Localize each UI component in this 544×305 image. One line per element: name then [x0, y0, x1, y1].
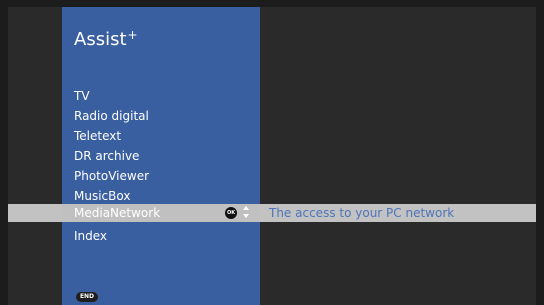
menu-item-index[interactable]: Index	[74, 226, 149, 246]
up-down-arrows-icon	[243, 206, 249, 218]
menu-list: TV Radio digital Teletext DR archive Pho…	[74, 86, 149, 246]
end-button[interactable]: END	[76, 292, 98, 302]
menu-item-teletext[interactable]: Teletext	[74, 126, 149, 146]
menu-title: Assist+	[74, 28, 138, 50]
ok-button-icon: OK	[225, 207, 237, 219]
menu-title-plus: +	[127, 28, 138, 42]
menu-item-radio-digital[interactable]: Radio digital	[74, 106, 149, 126]
selected-item-description: The access to your PC network	[269, 206, 455, 220]
menu-item-tv[interactable]: TV	[74, 86, 149, 106]
menu-item-photoviewer[interactable]: PhotoViewer	[74, 166, 149, 186]
menu-item-medianetwork[interactable]: MediaNetwork	[74, 204, 160, 222]
menu-item-dr-archive[interactable]: DR archive	[74, 146, 149, 166]
menu-title-text: Assist	[74, 29, 127, 50]
menu-item-musicbox[interactable]: MusicBox	[74, 186, 149, 206]
